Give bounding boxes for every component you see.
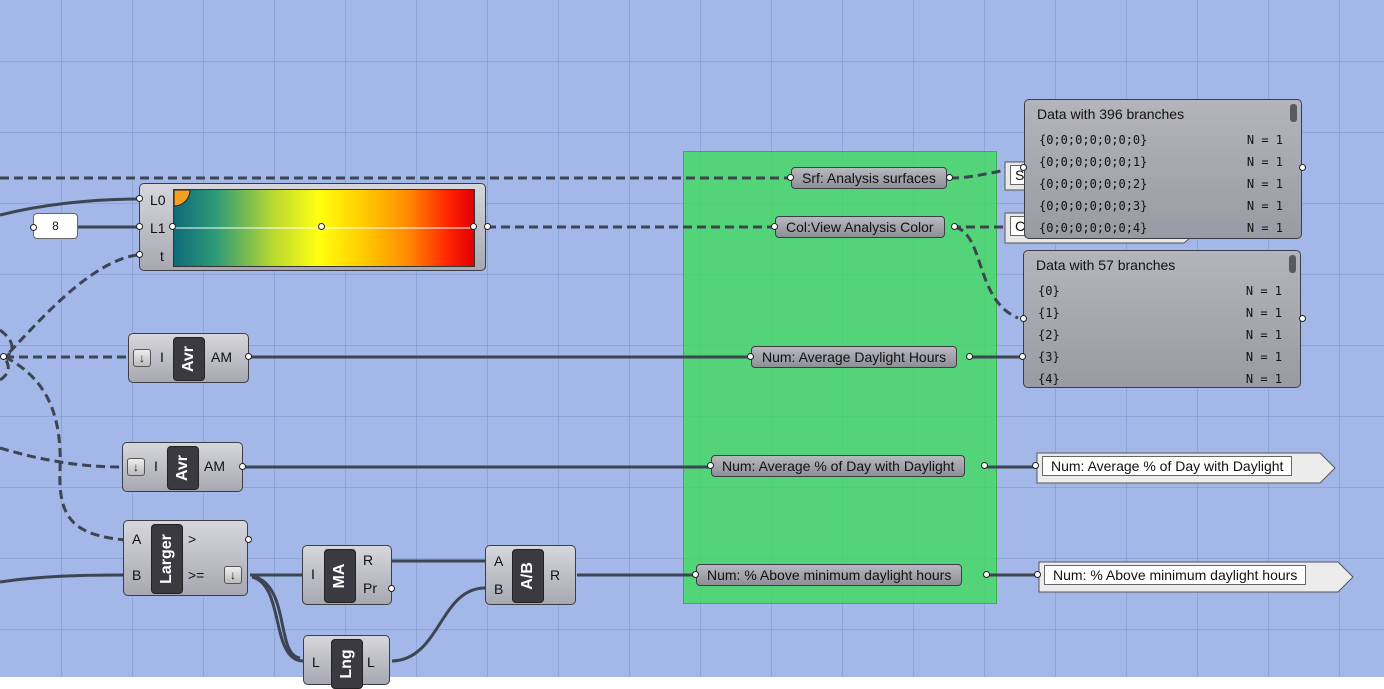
lng-icon: Lng [331,639,363,689]
panel2-input-grip-2[interactable] [1019,353,1026,360]
tag-above-min[interactable]: Num: % Above minimum daylight hours [1038,561,1354,593]
grip-l0[interactable] [136,195,143,202]
division-component[interactable]: A B A/B R [485,545,576,605]
wire-larger-lng [251,575,304,663]
param-average-daylight-hours[interactable]: Num: Average Daylight Hours [751,346,958,368]
wire-t-in [3,253,138,359]
div-input-b[interactable]: B [494,581,503,597]
ma-output-pr[interactable]: Pr [363,580,377,596]
larger-component[interactable]: A B Larger > >= ↓ [123,520,248,596]
ma-pr-grip[interactable] [388,585,395,592]
panel2-row: {3} N = 1 [1038,350,1282,364]
panel1-output-grip[interactable] [1299,164,1306,171]
gradient-component[interactable]: L0 L1 t [139,183,486,271]
slider-output-grip[interactable] [30,224,37,231]
panel1-row: {0;0;0;0;0;0;2} N = 1 [1039,177,1283,191]
list-length-component[interactable]: L Lng L [303,635,390,689]
grip-pct-out[interactable] [981,462,988,469]
panel2-title: Data with 57 branches [1036,257,1176,273]
panel1-row: {0;0;0;0;0;0;1} N = 1 [1039,155,1283,169]
div-output-r[interactable]: R [550,567,560,583]
param-view-analysis-color[interactable]: Col:View Analysis Color [775,216,945,238]
param-average-pct-day-daylight[interactable]: Num: Average % of Day with Daylight [711,455,966,477]
panel1-row: {0;0;0;0;0;0;3} N = 1 [1039,199,1283,213]
avr2-output-grip[interactable] [239,463,246,470]
tag-above-min-text: Num: % Above minimum daylight hours [1044,565,1307,585]
grip-col-out[interactable] [951,223,958,230]
lng-output-label[interactable]: L [367,654,375,670]
larger-input-a[interactable]: A [132,531,141,547]
gradient-handle-mid[interactable] [318,223,325,230]
grip-srf-out[interactable] [946,174,953,181]
wire-larger-b-in [0,573,124,584]
grip-t[interactable] [136,251,143,258]
larger-gt-grip[interactable] [245,536,252,543]
grip-min-out[interactable] [983,571,990,578]
wire-larger-in [4,355,126,542]
wire-branch3 [0,356,10,382]
panel2-row: {0} N = 1 [1038,284,1282,298]
avr2-input-label: I [154,458,158,474]
gradient-handle-left[interactable] [169,223,176,230]
panel1-title: Data with 396 branches [1037,106,1185,122]
panel2-row: {1} N = 1 [1038,306,1282,320]
gradient-handle-right[interactable] [470,223,477,230]
gradient-input-l1[interactable]: L1 [150,220,166,236]
ma-input-label[interactable]: I [311,566,315,582]
arrow-down-icon[interactable]: ↓ [133,349,151,367]
panel1-row: {0;0;0;0;0;0;0} N = 1 [1039,133,1283,147]
data-panel-396[interactable]: Data with 396 branches {0;0;0;0;0;0;0} N … [1024,99,1302,239]
arrow-down-icon[interactable]: ↓ [224,566,242,584]
div-icon: A/B [512,549,544,603]
grip-pct-in[interactable] [707,462,714,469]
panel2-row: {2} N = 1 [1038,328,1282,342]
panel2-input-grip[interactable] [1020,315,1027,322]
larger-output-ge[interactable]: >= [188,567,204,583]
panel2-output-grip[interactable] [1299,315,1306,322]
gradient-input-t[interactable]: t [160,248,164,264]
wire-lng-div [391,586,486,663]
param-analysis-surfaces[interactable]: Srf: Analysis surfaces [791,167,947,189]
avr1-icon: Avr [173,337,205,381]
grip-min-in[interactable] [692,571,699,578]
arrow-down-icon[interactable]: ↓ [127,458,145,476]
gradient-preset-icon [174,190,191,207]
panel2-scrollbar[interactable] [1289,255,1296,273]
panel2-row: {4} N = 1 [1038,372,1282,386]
grip-srf-in[interactable] [787,174,794,181]
panel1-row: {0;0;0;0;0;0;4} N = 1 [1039,221,1283,235]
panel1-scrollbar[interactable] [1290,104,1297,122]
ma-icon: MA [324,549,356,603]
ma-output-r[interactable]: R [363,552,373,568]
larger-icon: Larger [151,524,183,594]
grip-hours-in[interactable] [747,353,754,360]
avr2-output-label: AM [204,458,225,474]
param-pct-above-min-hours[interactable]: Num: % Above minimum daylight hours [696,564,963,586]
average-component-2[interactable]: ↓ I Avr AM [122,442,243,492]
tag-avg-pct[interactable]: Num: Average % of Day with Daylight [1036,452,1336,484]
avr1-input-label: I [160,349,164,365]
gradient-output-grip[interactable] [484,223,491,230]
number-slider[interactable]: 8 [33,213,78,239]
grip-l1[interactable] [136,223,143,230]
grip-col-in[interactable] [771,223,778,230]
larger-output-gt[interactable]: > [188,531,196,547]
average-component-1[interactable]: ↓ I Avr AM [128,333,249,383]
grip-tag-min[interactable] [1034,571,1041,578]
grip-left-hub[interactable] [0,353,7,360]
mass-addition-component[interactable]: I MA R Pr [302,545,392,605]
gradient-input-l0[interactable]: L0 [150,192,166,208]
data-panel-57[interactable]: Data with 57 branches {0} N = 1 {1} N = 1 … [1023,250,1301,388]
avr1-output-label: AM [211,349,232,365]
avr1-output-grip[interactable] [245,353,252,360]
tag-avg-pct-text: Num: Average % of Day with Daylight [1042,456,1293,476]
avr2-icon: Avr [167,446,199,490]
larger-input-b[interactable]: B [132,567,141,583]
div-input-a[interactable]: A [494,553,503,569]
grip-hours-out[interactable] [966,353,973,360]
panel1-input-grip[interactable] [1020,164,1027,171]
lng-input-label[interactable]: L [312,654,320,670]
grip-tag-pct[interactable] [1032,462,1039,469]
